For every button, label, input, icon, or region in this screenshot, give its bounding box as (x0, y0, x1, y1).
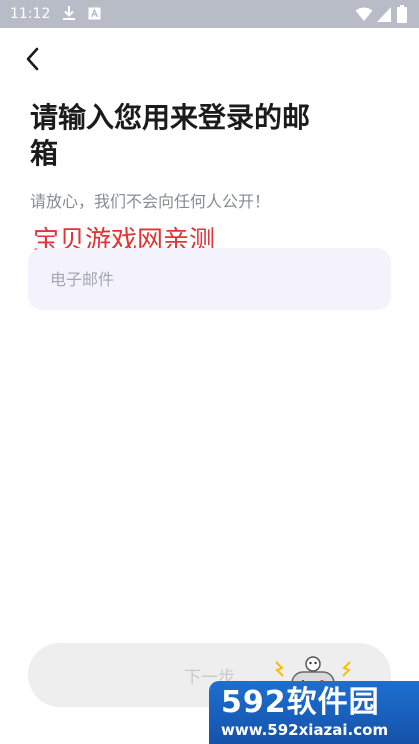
wifi-icon (355, 7, 373, 21)
back-button[interactable] (20, 44, 48, 74)
battery-icon (397, 5, 407, 23)
brand-logo: 592软件园 www.592xiazai.com (209, 681, 419, 744)
email-field[interactable] (28, 248, 391, 310)
chevron-left-icon (26, 47, 39, 71)
brand-logo-main: 592软件园 (221, 685, 380, 720)
download-icon (63, 6, 75, 20)
a-box-icon (88, 7, 101, 20)
status-time: 11:12 (10, 6, 51, 22)
subtitle: 请放心，我们不会向任何人公开！ (30, 192, 271, 211)
signal-icon (377, 7, 391, 22)
page-title: 请输入您用来登录的邮箱 (30, 101, 311, 170)
status-bar: 11:12 (0, 0, 419, 28)
brand-logo-url: www.592xiazai.com (221, 721, 389, 739)
